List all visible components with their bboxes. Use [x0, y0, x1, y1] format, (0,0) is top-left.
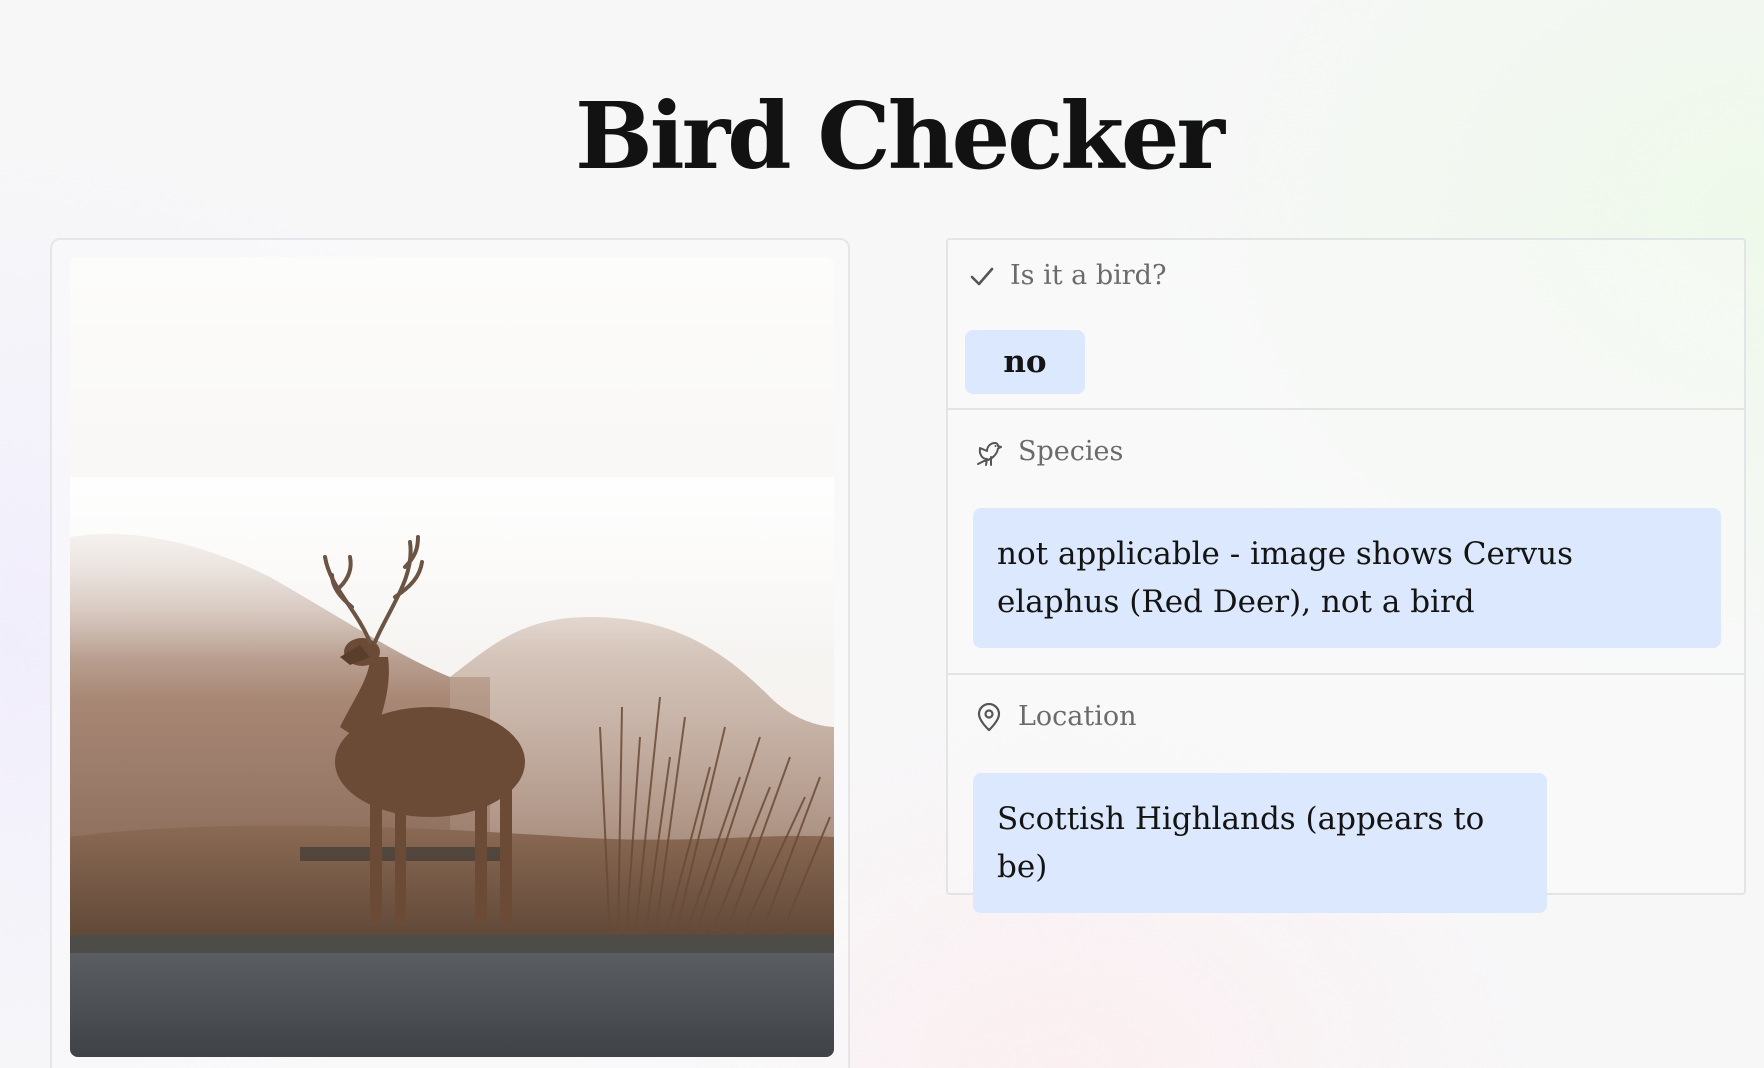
results-panel: Is it a bird? no Species not applicable …: [946, 238, 1746, 913]
location-section: Location Scottish Highlands (appears to …: [948, 675, 1744, 913]
bird-icon: [977, 441, 1002, 466]
is-bird-value: no: [965, 330, 1085, 394]
is-bird-label: Is it a bird?: [1010, 260, 1167, 291]
page-title: Bird Checker: [575, 82, 1225, 190]
location-value: Scottish Highlands (appears to be): [973, 773, 1547, 913]
is-bird-section: Is it a bird? no: [948, 240, 1744, 410]
species-section: Species not applicable - image shows Cer…: [948, 410, 1744, 675]
location-header: Location: [974, 701, 1137, 732]
location-label: Location: [1018, 701, 1137, 732]
is-bird-header: Is it a bird?: [968, 260, 1166, 291]
map-pin-icon: [977, 702, 1001, 731]
check-icon: [970, 267, 994, 285]
deer-photo-illustration: [70, 257, 834, 1057]
uploaded-photo[interactable]: [70, 257, 834, 1057]
species-header: Species: [974, 436, 1123, 467]
image-card: [50, 238, 850, 1068]
species-label: Species: [1018, 436, 1124, 467]
species-value: not applicable - image shows Cervus elap…: [973, 508, 1721, 648]
